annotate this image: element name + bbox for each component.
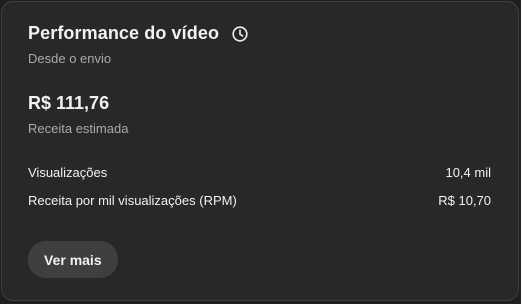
clock-icon[interactable] [231,25,249,43]
card-title: Performance do vídeo [28,23,220,43]
metric-label: Visualizações [28,165,108,180]
estimated-revenue-value: R$ 111,76 [28,93,110,113]
metric-row-rpm: Receita por mil visualizações (RPM) R$ 1… [28,193,491,208]
metric-value: 10,4 mil [445,165,491,180]
estimated-revenue-label: Receita estimada [28,121,129,136]
see-more-button[interactable]: Ver mais [28,241,118,278]
card-header: Performance do vídeo [28,23,249,44]
metric-value: R$ 10,70 [438,193,491,208]
metric-row-views: Visualizações 10,4 mil [28,165,491,180]
card-subtitle: Desde o envio [28,51,112,66]
video-performance-card: Performance do vídeo Desde o envio R$ 11… [1,1,519,301]
metric-label: Receita por mil visualizações (RPM) [28,193,237,208]
